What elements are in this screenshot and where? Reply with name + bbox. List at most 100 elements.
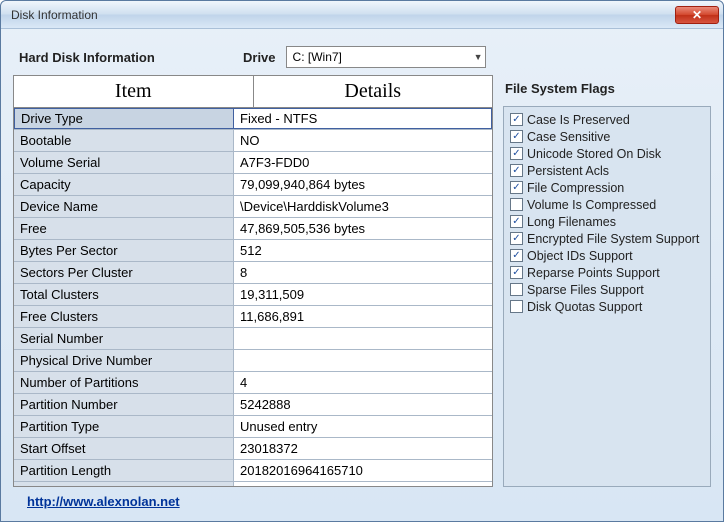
flag-item[interactable]: ✓ Encrypted File System Support: [510, 230, 704, 247]
checkbox-icon: ✓: [510, 164, 523, 177]
content-area: Hard Disk Information Drive C: [Win7] ▼ …: [1, 29, 723, 521]
cell-detail: Fixed - NTFS: [234, 108, 492, 129]
flag-item[interactable]: ✓Persistent Acls: [510, 162, 704, 179]
cell-item: Number of Partitions: [14, 372, 234, 393]
flag-label: File Compression: [527, 181, 624, 195]
table-row[interactable]: Partition TypeUnused entry: [14, 416, 492, 438]
cell-item: Device Name: [14, 196, 234, 217]
cell-item: Capacity: [14, 174, 234, 195]
cell-detail: 19,311,509: [234, 284, 492, 305]
flag-item[interactable]: ✓Long Filenames: [510, 213, 704, 230]
flag-label: Object IDs Support: [527, 249, 633, 263]
flag-item[interactable]: ✓ File Compression: [510, 179, 704, 196]
cell-detail: 47,869,505,536 bytes: [234, 218, 492, 239]
cell-item: Volume Serial: [14, 152, 234, 173]
table-row[interactable]: Sectors Per Cluster8: [14, 262, 492, 284]
flag-item[interactable]: Disk Quotas Support: [510, 298, 704, 315]
cell-item: Start Offset: [14, 438, 234, 459]
checkbox-icon: [510, 300, 523, 313]
cell-detail: NO: [234, 130, 492, 151]
cell-item: Bytes Per Sector: [14, 240, 234, 261]
flag-item[interactable]: Volume Is Compressed: [510, 196, 704, 213]
disk-info-window: Disk Information ✕ Hard Disk Information…: [0, 0, 724, 522]
table-row[interactable]: Capacity79,099,940,864 bytes: [14, 174, 492, 196]
table-row[interactable]: Device Name\Device\HarddiskVolume3: [14, 196, 492, 218]
cell-detail: 4: [234, 372, 492, 393]
checkbox-icon: ✓: [510, 181, 523, 194]
cell-detail: 8: [234, 262, 492, 283]
table-row[interactable]: Number of Partitions4: [14, 372, 492, 394]
footer: http://www.alexnolan.net: [13, 487, 711, 515]
table-row[interactable]: Hidden Sectors23253132: [14, 482, 492, 486]
table-row[interactable]: Free Clusters11,686,891: [14, 306, 492, 328]
table-row[interactable]: Partition Length20182016964165710: [14, 460, 492, 482]
flag-label: Case Is Preserved: [527, 113, 630, 127]
checkbox-icon: ✓: [510, 130, 523, 143]
flag-label: Volume Is Compressed: [527, 198, 656, 212]
table-row[interactable]: Free47,869,505,536 bytes: [14, 218, 492, 240]
cell-detail: A7F3-FDD0: [234, 152, 492, 173]
close-icon: ✕: [692, 8, 702, 22]
top-toolbar: Hard Disk Information Drive C: [Win7] ▼: [13, 39, 711, 75]
flags-list: ✓Case Is Preserved✓Case Sensitive✓Unicod…: [503, 106, 711, 487]
cell-item: Physical Drive Number: [14, 350, 234, 371]
cell-item: Drive Type: [14, 108, 234, 129]
cell-detail: 23018372: [234, 438, 492, 459]
flags-heading: File System Flags: [503, 75, 711, 106]
table-row[interactable]: Bytes Per Sector512: [14, 240, 492, 262]
column-header-details[interactable]: Details: [254, 76, 493, 107]
flag-item[interactable]: ✓ Object IDs Support: [510, 247, 704, 264]
flag-item[interactable]: ✓Case Is Preserved: [510, 111, 704, 128]
drive-label: Drive: [243, 50, 276, 65]
cell-item: Bootable: [14, 130, 234, 151]
cell-detail: 11,686,891: [234, 306, 492, 327]
drive-select[interactable]: C: [Win7] ▼: [286, 46, 486, 68]
cell-detail: 79,099,940,864 bytes: [234, 174, 492, 195]
cell-detail: 5242888: [234, 394, 492, 415]
cell-item: Partition Number: [14, 394, 234, 415]
cell-detail: Unused entry: [234, 416, 492, 437]
cell-item: Free: [14, 218, 234, 239]
table-row[interactable]: Physical Drive Number: [14, 350, 492, 372]
flag-item[interactable]: Sparse Files Support: [510, 281, 704, 298]
main-row: Item Details Drive TypeFixed - NTFSBoota…: [13, 75, 711, 487]
table-body: Drive TypeFixed - NTFSBootableNOVolume S…: [14, 108, 492, 486]
cell-detail: 512: [234, 240, 492, 261]
website-link[interactable]: http://www.alexnolan.net: [27, 494, 180, 509]
cell-detail: 23253132: [234, 482, 492, 486]
drive-select-value: C: [Win7]: [293, 50, 342, 64]
table-row[interactable]: BootableNO: [14, 130, 492, 152]
flags-panel: File System Flags ✓Case Is Preserved✓Cas…: [503, 75, 711, 487]
checkbox-icon: [510, 198, 523, 211]
close-button[interactable]: ✕: [675, 6, 719, 24]
checkbox-icon: ✓: [510, 249, 523, 262]
cell-detail: [234, 328, 492, 349]
table-header: Item Details: [14, 76, 492, 108]
flag-item[interactable]: ✓ Case Sensitive: [510, 128, 704, 145]
chevron-down-icon: ▼: [474, 52, 483, 62]
flag-label: Sparse Files Support: [527, 283, 644, 297]
section-heading: Hard Disk Information: [13, 50, 233, 65]
checkbox-icon: ✓: [510, 232, 523, 245]
checkbox-icon: ✓: [510, 215, 523, 228]
column-header-item[interactable]: Item: [14, 76, 254, 107]
cell-detail: 20182016964165710: [234, 460, 492, 481]
checkbox-icon: ✓: [510, 266, 523, 279]
cell-item: Partition Length: [14, 460, 234, 481]
cell-item: Serial Number: [14, 328, 234, 349]
table-row[interactable]: Drive TypeFixed - NTFS: [14, 108, 492, 130]
cell-detail: \Device\HarddiskVolume3: [234, 196, 492, 217]
table-row[interactable]: Start Offset23018372: [14, 438, 492, 460]
flag-item[interactable]: ✓ Reparse Points Support: [510, 264, 704, 281]
table-row[interactable]: Volume SerialA7F3-FDD0: [14, 152, 492, 174]
flag-label: Case Sensitive: [527, 130, 610, 144]
flag-label: Encrypted File System Support: [527, 232, 699, 246]
cell-item: Total Clusters: [14, 284, 234, 305]
table-row[interactable]: Total Clusters19,311,509: [14, 284, 492, 306]
cell-detail: [234, 350, 492, 371]
cell-item: Free Clusters: [14, 306, 234, 327]
flag-item[interactable]: ✓Unicode Stored On Disk: [510, 145, 704, 162]
table-row[interactable]: Partition Number5242888: [14, 394, 492, 416]
flag-label: Reparse Points Support: [527, 266, 660, 280]
table-row[interactable]: Serial Number: [14, 328, 492, 350]
